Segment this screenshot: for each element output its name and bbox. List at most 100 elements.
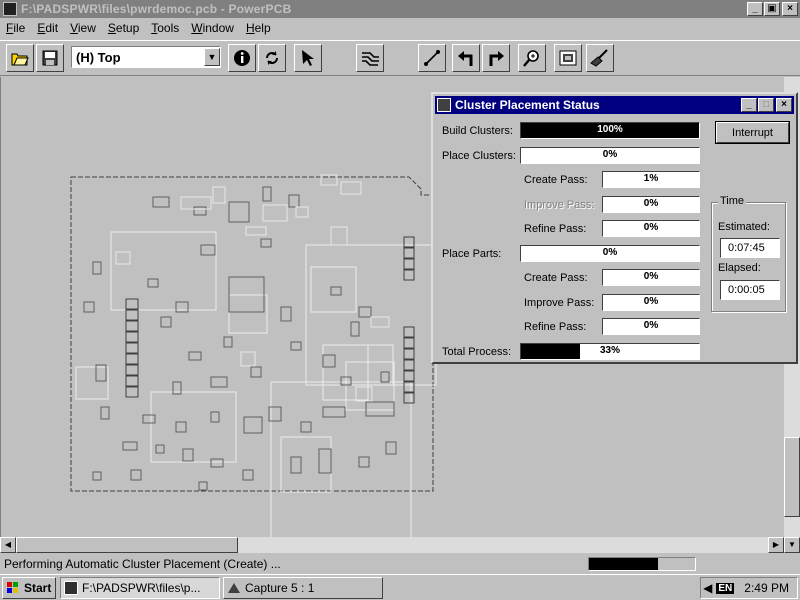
toolbar: (H) Top ▼	[0, 40, 800, 76]
scroll-left-icon[interactable]: ◀	[0, 537, 16, 553]
progress-label: Place Clusters:	[442, 150, 516, 162]
progress-label: Total Process:	[442, 346, 512, 358]
cam-icon[interactable]	[554, 44, 582, 72]
eco-right-icon[interactable]	[482, 44, 510, 72]
speaker-icon[interactable]: ◀	[703, 581, 712, 595]
open-icon[interactable]	[6, 44, 34, 72]
broom-icon[interactable]	[586, 44, 614, 72]
cluster-placement-dialog: Cluster Placement Status _ □ × Build Clu…	[431, 92, 798, 364]
progress-label: Create Pass:	[524, 272, 588, 284]
menu-edit[interactable]: Edit	[31, 21, 64, 35]
layer-select-value: (H) Top	[76, 49, 121, 65]
menu-view[interactable]: View	[64, 21, 102, 35]
progress-bar: 0%	[520, 245, 700, 262]
progress-percent: 0%	[602, 247, 618, 258]
progress-percent: 0%	[602, 149, 618, 160]
zoom-icon[interactable]	[518, 44, 546, 72]
maximize-button[interactable]: ▣	[764, 2, 780, 16]
progress-percent: 0%	[643, 198, 659, 209]
progress-percent: 0%	[643, 222, 659, 233]
menu-help-hotkey: H	[245, 21, 255, 35]
minimize-button[interactable]: _	[747, 2, 763, 16]
menu-help[interactable]: Help	[240, 21, 277, 35]
menu-edit-rest: dit	[45, 21, 59, 35]
dialog-app-icon	[437, 98, 451, 112]
menu-window-rest: indow	[202, 21, 234, 35]
design-toolbar-icon[interactable]	[356, 44, 384, 72]
dialog-maximize-button[interactable]: □	[758, 98, 774, 112]
capture-task-icon	[228, 583, 240, 593]
scroll-down-icon[interactable]: ▼	[784, 537, 800, 553]
dialog-title: Cluster Placement Status	[455, 98, 600, 112]
progress-label: Refine Pass:	[524, 223, 587, 235]
estimated-field: 0:07:45	[720, 238, 780, 258]
clock: 2:49 PM	[744, 581, 789, 595]
elapsed-field: 0:00:05	[720, 280, 780, 300]
progress-bar: 1%	[602, 171, 700, 188]
dialog-close-button[interactable]: ×	[776, 98, 792, 112]
select-arrow-icon[interactable]	[294, 44, 322, 72]
menu-window-hotkey: W	[191, 21, 203, 35]
interrupt-button[interactable]: Interrupt	[715, 121, 790, 144]
progress-percent: 1%	[643, 173, 659, 184]
close-button[interactable]: ×	[782, 2, 798, 16]
route-icon[interactable]	[418, 44, 446, 72]
menu-setup-rest: etup	[115, 21, 140, 35]
taskbar-item-powerpcb[interactable]: F:\PADSPWR\files\p...	[60, 577, 220, 599]
scroll-right-icon[interactable]: ▶	[768, 537, 784, 553]
progress-bar: 100%	[520, 122, 700, 139]
progress-bar: 0%	[602, 318, 700, 335]
chevron-down-icon[interactable]: ▼	[204, 48, 220, 66]
layer-select[interactable]: (H) Top ▼	[71, 46, 221, 68]
taskbar: Start F:\PADSPWR\files\p... Capture 5 : …	[0, 574, 800, 600]
progress-percent: 0%	[643, 296, 659, 307]
right-pad-column	[403, 236, 415, 404]
progress-percent: 0%	[643, 271, 659, 282]
vertical-scroll-thumb[interactable]	[784, 437, 800, 517]
window-title: F:\PADSPWR\files\pwrdemoc.pcb - PowerPCB	[21, 2, 292, 16]
menu-window[interactable]: Window	[185, 21, 240, 35]
horizontal-scrollbar[interactable]: ◀ ▶	[0, 537, 784, 553]
progress-percent: 100%	[597, 124, 623, 135]
progress-label: Refine Pass:	[524, 321, 587, 333]
info-icon[interactable]	[228, 44, 256, 72]
menu-view-rest: iew	[77, 21, 96, 35]
dialog-title-bar[interactable]: Cluster Placement Status _ □ ×	[435, 96, 794, 114]
language-indicator[interactable]: EN	[716, 582, 735, 594]
menu-bar: File Edit View Setup Tools Window Help	[0, 18, 800, 38]
progress-label: Improve Pass:	[524, 199, 595, 211]
powerpcb-task-icon	[64, 581, 78, 595]
cluster-outlines	[75, 231, 437, 537]
menu-help-rest: elp	[254, 21, 271, 35]
menu-tools[interactable]: Tools	[145, 21, 185, 35]
taskbar-item-capture[interactable]: Capture 5 : 1	[223, 577, 383, 599]
board-outline	[70, 176, 434, 492]
progress-label: Place Parts:	[442, 248, 502, 260]
progress-bar: 0%	[602, 269, 700, 286]
horizontal-scroll-thumb[interactable]	[16, 537, 238, 553]
menu-tools-rest: ools	[157, 21, 180, 35]
elapsed-label: Elapsed:	[718, 262, 761, 274]
save-icon[interactable]	[36, 44, 64, 72]
left-pad-column	[125, 298, 139, 398]
start-label: Start	[24, 581, 52, 595]
powerpcb-app-icon[interactable]	[3, 2, 17, 16]
menu-setup[interactable]: Setup	[102, 21, 145, 35]
start-button[interactable]: Start	[2, 577, 56, 599]
status-progress-fill	[589, 558, 658, 570]
progress-label: Create Pass:	[524, 174, 588, 186]
time-legend: Time	[718, 195, 747, 207]
dialog-minimize-button[interactable]: _	[741, 98, 757, 112]
eco-left-icon[interactable]	[452, 44, 480, 72]
menu-file[interactable]: File	[0, 21, 31, 35]
redraw-icon[interactable]	[258, 44, 286, 72]
progress-bar: 0%	[520, 147, 700, 164]
menu-view-hotkey: V	[70, 21, 78, 35]
time-group: Time Estimated: 0:07:45 Elapsed: 0:00:05	[711, 195, 786, 312]
progress-bar: 0%	[602, 294, 700, 311]
menu-setup-hotkey: S	[107, 21, 116, 35]
taskbar-item-label: Capture 5 : 1	[245, 581, 315, 595]
main-title-bar[interactable]: F:\PADSPWR\files\pwrdemoc.pcb - PowerPCB…	[0, 0, 800, 18]
status-progress-bar	[588, 557, 696, 571]
status-bar: Performing Automatic Cluster Placement (…	[0, 554, 800, 574]
